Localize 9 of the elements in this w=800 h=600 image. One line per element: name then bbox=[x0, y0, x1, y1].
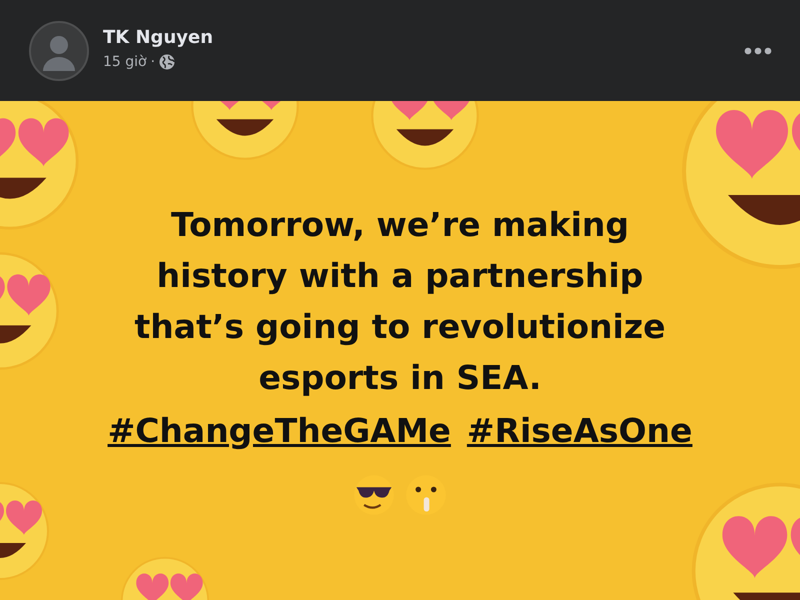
author-name-link[interactable]: TK Nguyen bbox=[103, 27, 730, 48]
avatar-icon[interactable] bbox=[29, 20, 89, 80]
globe-icon[interactable] bbox=[159, 54, 176, 70]
post-message: Tomorrow, we’re making history with a partnership that’s going to revolutionize esports in SEA. bbox=[134, 204, 666, 399]
separator-dot: · bbox=[150, 54, 156, 70]
post-time[interactable]: 15 giờ bbox=[103, 54, 147, 70]
more-options-icon[interactable] bbox=[744, 46, 772, 54]
hashtag-link[interactable]: #ChangeTheGAMe bbox=[108, 407, 451, 455]
hashtag-link[interactable]: #RiseAsOne bbox=[466, 407, 692, 455]
